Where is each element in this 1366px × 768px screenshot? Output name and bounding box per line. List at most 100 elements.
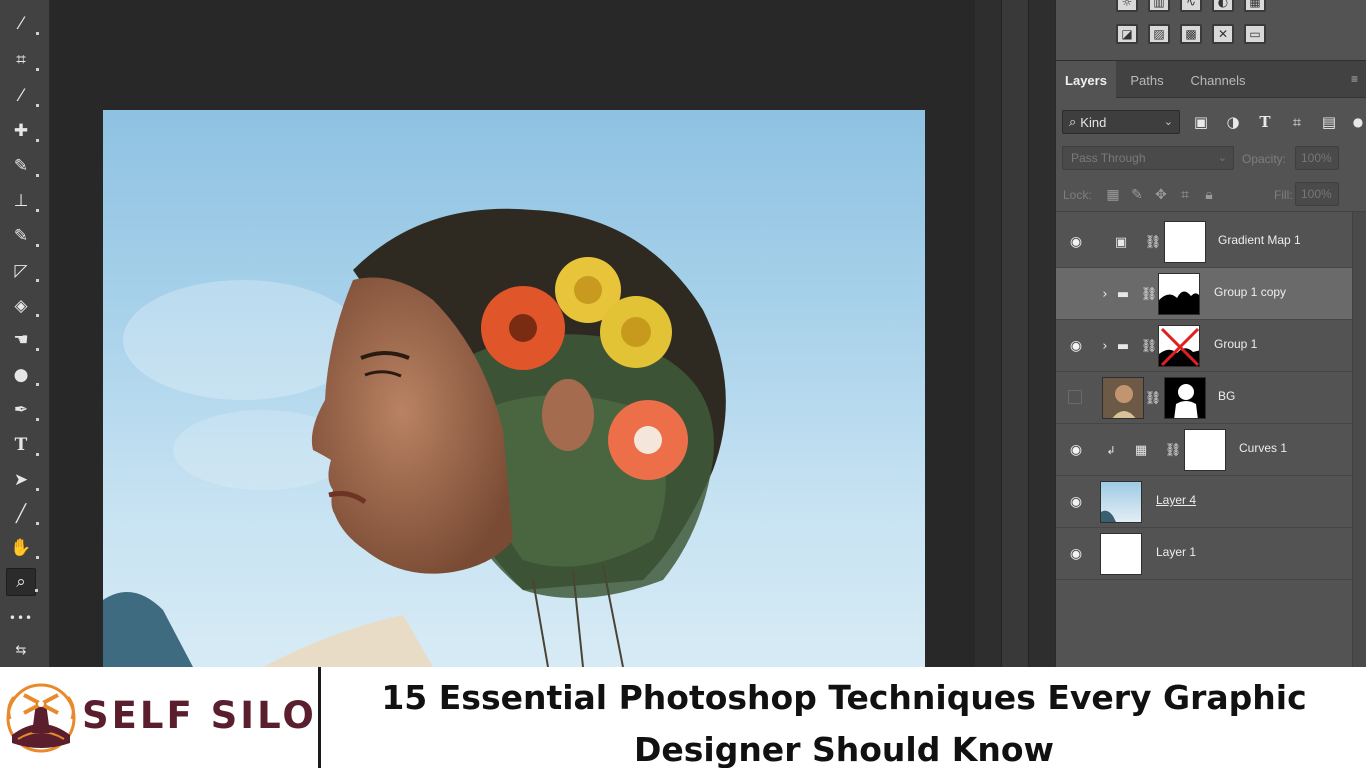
layer-row-layer-4[interactable]: ◉ Layer 4	[1056, 476, 1352, 528]
chevron-right-icon[interactable]: ›	[1096, 284, 1114, 304]
filter-pixel-icon[interactable]: ▣	[1191, 112, 1211, 132]
eraser-icon[interactable]: ◸	[6, 257, 39, 285]
paint-bucket-icon[interactable]: ◈	[6, 292, 39, 320]
layer-name: Group 1	[1214, 337, 1258, 351]
filter-type-icon[interactable]: T	[1255, 112, 1275, 132]
layers-scrollbar[interactable]	[1352, 212, 1366, 667]
tab-channels[interactable]: Channels	[1178, 61, 1258, 99]
group-mask-thumbnail[interactable]	[1158, 325, 1200, 367]
filter-adjustment-icon[interactable]: ◑	[1223, 112, 1243, 132]
link-icon[interactable]: ⛓	[1164, 440, 1182, 460]
link-icon[interactable]: ⛓	[1144, 388, 1162, 408]
visibility-eye-icon[interactable]: ◉	[1066, 336, 1086, 356]
filter-smart-object-icon[interactable]: ▤	[1319, 112, 1339, 132]
layer-row-bg[interactable]: ⛓ BG	[1056, 372, 1352, 424]
filter-toggle-icon[interactable]: ●	[1348, 112, 1366, 132]
crop-icon[interactable]: ⌗	[6, 46, 39, 74]
layer-thumbnail[interactable]	[1100, 533, 1142, 575]
line-icon[interactable]: ╱	[6, 500, 39, 528]
layer-mask-thumbnail[interactable]	[1164, 221, 1206, 263]
layer-row-layer-1[interactable]: ◉ Layer 1	[1056, 528, 1352, 580]
lock-all-icon[interactable]: 🔒︎	[1200, 186, 1218, 204]
tab-paths[interactable]: Paths	[1120, 61, 1174, 99]
layer-row-curves[interactable]: ◉ ↲ ▦ ⛓ Curves 1	[1056, 424, 1352, 476]
article-title: 15 Essential Photoshop Techniques Every …	[381, 678, 1307, 768]
magic-wand-icon[interactable]: ⁄	[6, 10, 39, 38]
zoom-icon[interactable]: ⌕	[6, 568, 38, 596]
visibility-eye-icon[interactable]: ◉	[1066, 492, 1086, 512]
mask-silhouette	[1159, 291, 1199, 314]
document-canvas[interactable]	[103, 110, 925, 667]
layer-row-group-1-copy[interactable]: › ▬ ⛓ Group 1 copy	[1056, 268, 1352, 320]
layer-row-group-1[interactable]: ◉ › ▬ ⛓ Group 1	[1056, 320, 1352, 372]
chevron-down-icon: ⌄	[1163, 116, 1173, 128]
selective-color-icon[interactable]: ✕	[1212, 24, 1234, 44]
dodge-icon[interactable]: ●	[6, 361, 39, 389]
self-silo-logo	[6, 683, 76, 753]
layer-mask-thumbnail[interactable]	[1164, 377, 1206, 419]
link-icon[interactable]: ⛓	[1140, 284, 1158, 304]
brightness-icon[interactable]: ☼	[1116, 0, 1138, 12]
brush-icon[interactable]: ✎	[6, 152, 39, 180]
fill-field[interactable]: 100%	[1295, 182, 1339, 206]
visibility-toggle-hidden[interactable]	[1068, 286, 1082, 300]
levels-icon[interactable]: ▥	[1148, 0, 1170, 12]
lock-transparency-icon[interactable]: ▦	[1104, 186, 1122, 204]
chevron-right-icon[interactable]: ›	[1096, 336, 1114, 356]
clipping-arrow-icon: ↲	[1106, 443, 1116, 457]
threshold-icon[interactable]: ▩	[1180, 24, 1202, 44]
fill-label: Fill:	[1274, 188, 1293, 202]
lock-brush-icon[interactable]: ✎	[1128, 186, 1146, 204]
filter-shape-icon[interactable]: ⌗	[1287, 112, 1307, 132]
search-icon: ⌕	[1069, 114, 1077, 130]
visibility-eye-icon[interactable]: ◉	[1066, 544, 1086, 564]
history-brush-icon[interactable]: ✎	[6, 222, 39, 250]
visibility-eye-icon[interactable]: ◉	[1066, 232, 1086, 252]
opacity-field[interactable]: 100%	[1295, 146, 1339, 170]
photoshop-workspace: ⁄ ⌗ ⁄ ✚ ✎ ⊥ ✎ ◸ ◈ ☚ ● ✒ T ➤ ╱ ✋ ⌕ ••• ⇆	[0, 0, 1366, 667]
filter-kind-label: Kind	[1080, 114, 1107, 130]
blend-mode-select[interactable]: Pass Through ⌄	[1062, 146, 1234, 170]
layer-mask-thumbnail[interactable]	[1184, 429, 1226, 471]
path-selection-icon[interactable]: ➤	[6, 466, 39, 494]
filter-kind-select[interactable]: ⌕ Kind ⌄	[1062, 110, 1180, 134]
layer-name: BG	[1218, 389, 1236, 403]
group-mask-thumbnail[interactable]	[1158, 273, 1200, 315]
mask-disabled-x	[1159, 327, 1199, 366]
lock-move-icon[interactable]: ✥	[1152, 186, 1170, 204]
gradient-map-icon: ▣	[1114, 234, 1128, 250]
clone-stamp-icon[interactable]: ⊥	[6, 187, 39, 215]
color-lookup-icon[interactable]: ▦	[1244, 0, 1266, 12]
panel-tabs: Layers Paths Channels ≡	[1056, 60, 1366, 99]
curves-icon[interactable]: ∿	[1180, 0, 1202, 12]
posterize-icon[interactable]: ▨	[1148, 24, 1170, 44]
canvas-area[interactable]	[51, 0, 975, 667]
exposure-icon[interactable]: ◐	[1212, 0, 1234, 12]
smudge-icon[interactable]: ☚	[6, 326, 39, 354]
layer-name: Layer 1	[1156, 545, 1197, 559]
layer-thumbnail[interactable]	[1102, 377, 1144, 419]
panel-menu-icon[interactable]: ≡	[1351, 73, 1363, 85]
lock-artboard-icon[interactable]: ⌗	[1176, 186, 1194, 204]
link-icon[interactable]: ⛓	[1140, 336, 1158, 356]
pen-icon[interactable]: ✒	[6, 396, 39, 424]
layer-row-gradient-map[interactable]: ◉ ▣ ⛓ Gradient Map 1	[1056, 216, 1352, 268]
gradient-map-icon[interactable]: ▭	[1244, 24, 1266, 44]
brand-name: SELF SILO	[82, 694, 317, 737]
visibility-toggle-hidden[interactable]	[1068, 390, 1082, 404]
collapsed-panel-strip[interactable]	[1001, 0, 1029, 667]
opacity-label: Opacity:	[1242, 152, 1287, 166]
tab-layers[interactable]: Layers	[1056, 61, 1116, 99]
more-tools-icon[interactable]: •••	[6, 604, 36, 632]
hand-icon[interactable]: ✋	[6, 534, 39, 562]
layers-panel: ☼ ▥ ∿ ◐ ▦ ◪ ▨ ▩ ✕ ▭ Layers Paths Channel…	[1055, 0, 1366, 667]
type-icon[interactable]: T	[6, 431, 39, 459]
link-icon[interactable]: ⛓	[1144, 232, 1162, 252]
invert-icon[interactable]: ◪	[1116, 24, 1138, 44]
healing-brush-icon[interactable]: ✚	[6, 117, 39, 145]
eyedropper-icon[interactable]: ⁄	[6, 82, 39, 110]
panel-dock	[975, 0, 1055, 667]
visibility-eye-icon[interactable]: ◉	[1066, 440, 1086, 460]
swap-colors-icon[interactable]: ⇆	[6, 636, 36, 664]
layer-thumbnail[interactable]	[1100, 481, 1142, 523]
